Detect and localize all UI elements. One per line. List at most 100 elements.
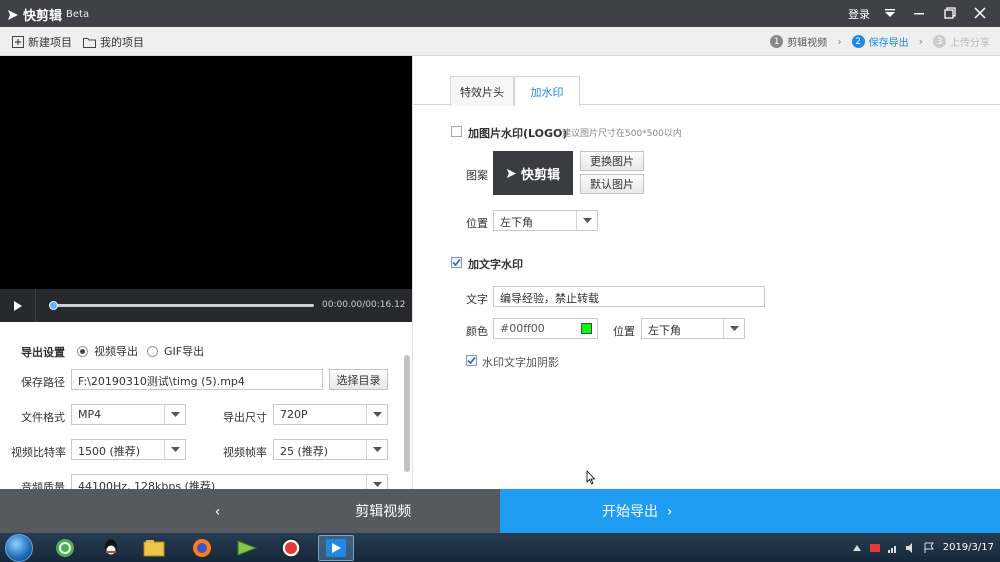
color-swatch[interactable] — [581, 323, 592, 334]
file-format-value: MP4 — [78, 408, 102, 421]
choose-directory-button[interactable]: 选择目录 — [329, 369, 388, 390]
file-format-select[interactable]: MP4 — [71, 404, 186, 425]
browser-360-icon[interactable] — [47, 535, 83, 561]
image-watermark-checkbox[interactable] — [451, 126, 462, 137]
image-position-label: 位置 — [466, 217, 488, 230]
dropdown-arrow-icon — [576, 211, 597, 230]
qq-icon[interactable] — [93, 535, 129, 561]
start-export-button[interactable]: 开始导出 › — [500, 489, 1000, 533]
text-position-select[interactable]: 左下角 — [641, 318, 745, 339]
beta-badge: Beta — [66, 9, 90, 20]
step-number: 2 — [851, 35, 865, 48]
menu-dropdown-icon[interactable] — [878, 3, 902, 23]
export-steps: 1 剪辑视频 › 2 保存导出 › 3 上传分享 — [770, 34, 990, 49]
audio-quality-value: 44100Hz, 128kbps (推荐) — [78, 480, 216, 489]
action-bar: ‹ 剪辑视频 开始导出 › — [0, 489, 1000, 533]
save-path-label: 保存路径 — [21, 376, 65, 389]
my-projects-button[interactable]: 我的项目 — [83, 34, 144, 50]
bitrate-label: 视频比特率 — [11, 446, 66, 459]
step-label: 剪辑视频 — [787, 38, 828, 49]
plus-box-icon — [12, 36, 24, 48]
tray-up-arrow-icon[interactable] — [852, 544, 861, 551]
chevron-right-icon: › — [918, 35, 923, 48]
dropdown-arrow-icon — [366, 405, 387, 424]
start-text: 开始导出 — [602, 504, 658, 520]
new-project-button[interactable]: 新建项目 — [12, 34, 72, 50]
play-button[interactable] — [0, 289, 36, 322]
my-projects-label: 我的项目 — [100, 36, 144, 49]
dropdown-arrow-icon — [366, 440, 387, 459]
image-position-value: 左下角 — [500, 216, 533, 229]
audio-quality-select[interactable]: 44100Hz, 128kbps (推荐) — [71, 474, 388, 489]
kuaijianji-taskbar-icon[interactable] — [318, 535, 354, 561]
screen-recorder-icon[interactable] — [273, 535, 309, 561]
logo-preview: 快剪辑 — [493, 151, 573, 195]
export-size-select[interactable]: 720P — [273, 404, 388, 425]
back-to-edit-button[interactable]: ‹ 剪辑视频 — [0, 489, 500, 533]
close-icon[interactable] — [968, 3, 992, 23]
chevron-right-icon: › — [837, 35, 842, 48]
replace-image-button[interactable]: 更换图片 — [580, 151, 644, 171]
file-explorer-icon[interactable] — [136, 535, 172, 561]
login-link[interactable]: 登录 — [848, 6, 870, 22]
checkmark-icon — [452, 259, 461, 267]
step-edit-video[interactable]: 1 剪辑视频 — [770, 34, 827, 49]
tab-intro-effects[interactable]: 特效片头 — [450, 76, 514, 106]
default-image-button[interactable]: 默认图片 — [580, 174, 644, 194]
windows-start-icon[interactable] — [5, 534, 33, 562]
text-position-value: 左下角 — [648, 324, 681, 337]
progress-knob[interactable] — [49, 301, 58, 310]
framerate-label: 视频帧率 — [223, 446, 267, 459]
firefox-icon[interactable] — [184, 535, 220, 561]
image-watermark-label: 加图片水印(LOGO) — [468, 127, 568, 140]
player-controls: 00:00.00/00:16.12 — [0, 289, 412, 322]
minimize-icon[interactable] — [907, 3, 931, 23]
media-player-icon[interactable] — [229, 535, 265, 561]
tab-bar: 特效片头 加水印 — [413, 56, 1000, 106]
tab-watermark[interactable]: 加水印 — [514, 76, 580, 106]
framerate-select[interactable]: 25 (推荐) — [273, 439, 388, 460]
bitrate-select[interactable]: 1500 (推荐) — [71, 439, 186, 460]
radio-dot — [147, 345, 158, 357]
tray-flag-icon[interactable] — [923, 542, 935, 554]
tray-network-icon[interactable] — [887, 542, 899, 554]
save-path-input[interactable]: F:\20190310测试\timg (5).mp4 — [71, 369, 323, 390]
dropdown-arrow-icon — [164, 440, 185, 459]
gif-export-radio[interactable]: GIF导出 — [147, 343, 204, 359]
step-number: 3 — [933, 35, 946, 48]
dropdown-arrow-icon — [164, 405, 185, 424]
step-label: 上传分享 — [950, 38, 990, 49]
step-save-export[interactable]: 2 保存导出 — [851, 34, 909, 49]
app-logo: 快剪辑 Beta — [7, 5, 89, 24]
taskbar-clock[interactable]: 2019/3/17 — [943, 542, 994, 553]
system-tray: 2019/3/17 — [852, 533, 1000, 562]
maximize-icon[interactable] — [938, 3, 962, 23]
shadow-checkbox[interactable] — [466, 355, 477, 366]
video-preview — [0, 56, 412, 289]
watermark-text-input[interactable]: 编导经验，禁止转载 — [493, 286, 765, 307]
text-label: 文字 — [466, 293, 488, 306]
checkmark-icon — [467, 357, 476, 365]
bitrate-value: 1500 (推荐) — [78, 445, 141, 458]
settings-scrollbar[interactable] — [404, 355, 410, 472]
export-size-label: 导出尺寸 — [223, 411, 267, 424]
dropdown-arrow-icon — [723, 319, 744, 338]
tray-app-icon[interactable] — [869, 542, 881, 554]
time-readout: 00:00.00/00:16.12 — [322, 300, 406, 310]
back-text: 剪辑视频 — [355, 504, 412, 520]
app-name: 快剪辑 — [23, 9, 63, 24]
step-label: 保存导出 — [868, 38, 909, 49]
progress-bar[interactable] — [49, 301, 314, 310]
text-watermark-checkbox[interactable] — [451, 257, 462, 268]
image-position-select[interactable]: 左下角 — [493, 210, 598, 231]
export-settings: 导出设置 视频导出 GIF导出 保存路径 F:\20190310测试\timg … — [0, 322, 412, 489]
watermark-panel: 特效片头 加水印 加图片水印(LOGO) 建议图片尺寸在500*500以内 图案… — [412, 56, 1000, 489]
tray-volume-icon[interactable] — [905, 542, 917, 554]
video-export-radio[interactable]: 视频导出 — [77, 343, 138, 359]
export-settings-label: 导出设置 — [21, 346, 65, 359]
image-size-hint: 建议图片尺寸在500*500以内 — [562, 129, 682, 139]
step-number: 1 — [770, 35, 784, 48]
audio-quality-label: 音频质量 — [21, 481, 65, 489]
title-bar: 快剪辑 Beta 登录 — [0, 0, 1000, 27]
clock-date: 2019/3/17 — [942, 542, 994, 553]
